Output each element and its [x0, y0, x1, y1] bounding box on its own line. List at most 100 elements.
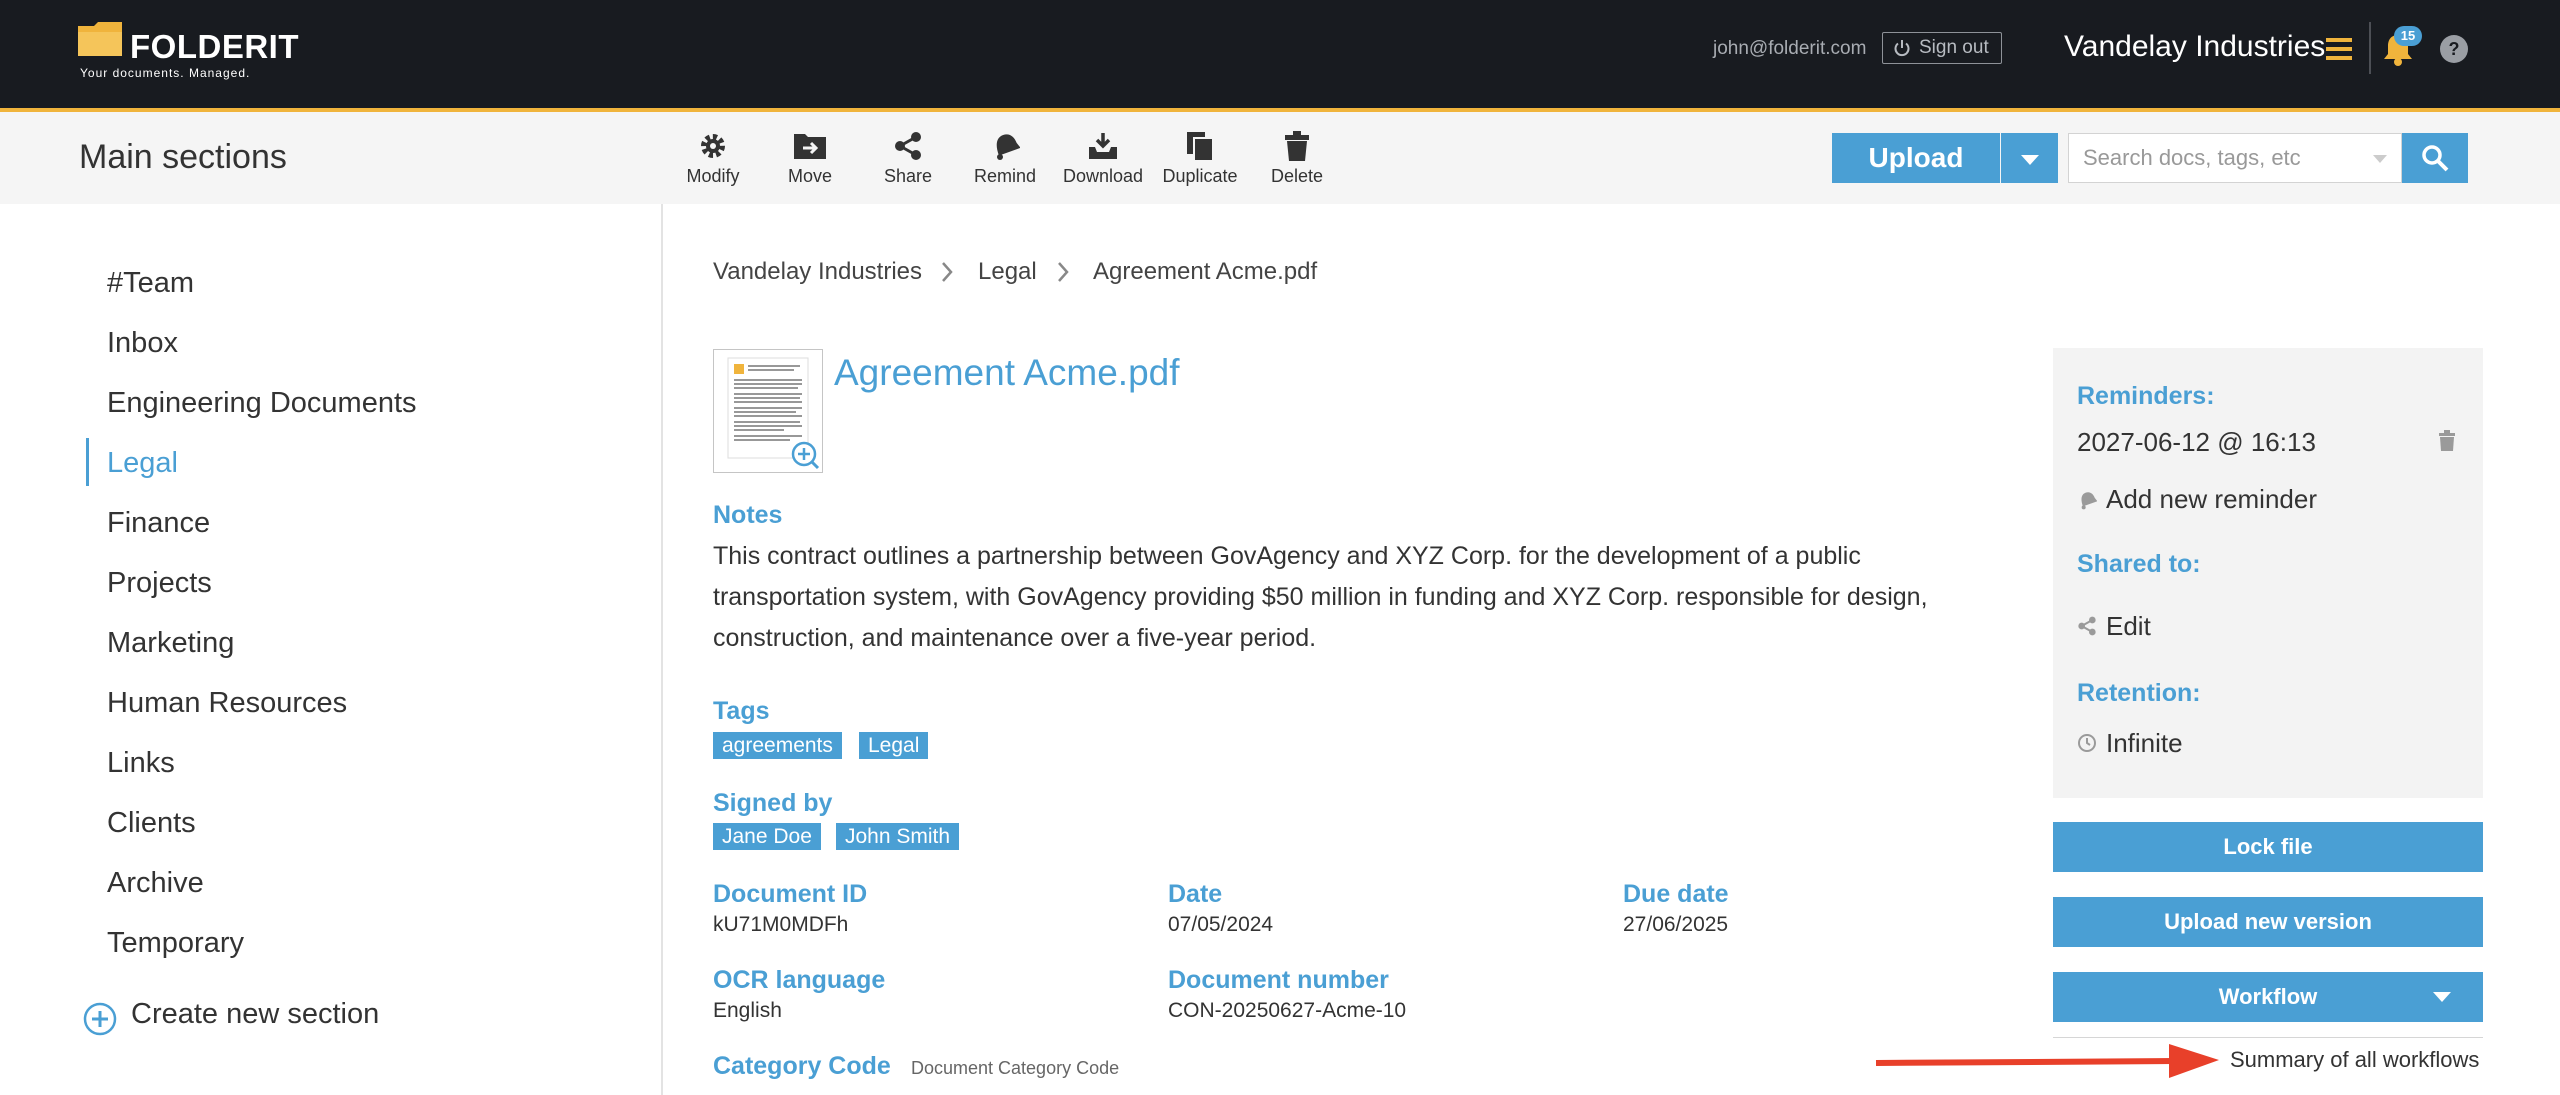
- notes-label: Notes: [713, 501, 783, 529]
- duplicate-label: Duplicate: [1162, 166, 1238, 186]
- move-button[interactable]: Move: [765, 128, 855, 187]
- delete-label: Delete: [1270, 166, 1324, 186]
- logo-name: FOLDERIT: [130, 28, 299, 65]
- sidebar-item-archive[interactable]: Archive: [107, 867, 204, 900]
- breadcrumb-company[interactable]: Vandelay Industries: [713, 258, 922, 286]
- clock-icon: [2078, 734, 2096, 752]
- sidebar-item-links[interactable]: Links: [107, 747, 175, 780]
- due-date-value: 27/06/2025: [1623, 913, 1729, 936]
- bell-remind-icon: [996, 134, 1020, 160]
- lock-file-button[interactable]: Lock file: [2053, 822, 2483, 872]
- menu-icon[interactable]: [2326, 38, 2352, 60]
- chevron-down-icon[interactable]: [2433, 992, 2451, 1002]
- download-label: Download: [1062, 166, 1144, 186]
- sidebar-item-temporary[interactable]: Temporary: [107, 927, 244, 960]
- edit-label: Edit: [2106, 611, 2151, 641]
- retention-value: Infinite: [2106, 728, 2183, 758]
- download-icon: [1089, 133, 1117, 159]
- tags-label: Tags: [713, 697, 770, 725]
- user-email: john@folderit.com: [1713, 38, 1867, 59]
- reminders-label: Reminders:: [2077, 382, 2215, 410]
- sidebar-item-inbox[interactable]: Inbox: [107, 327, 178, 360]
- search-button[interactable]: [2402, 133, 2468, 183]
- sidebar-item-legal[interactable]: Legal: [107, 447, 178, 480]
- share-label: Share: [883, 166, 933, 186]
- document-thumbnail[interactable]: [713, 349, 823, 473]
- folder-logo-icon: [78, 22, 122, 56]
- workflow-button[interactable]: Workflow: [2053, 972, 2483, 1022]
- sidebar-item-engineering-documents[interactable]: Engineering Documents: [107, 387, 417, 420]
- document-id-label: Document ID: [713, 880, 868, 908]
- duplicate-icon: [1187, 132, 1214, 162]
- sign-out-button[interactable]: Sign out: [1882, 32, 2002, 64]
- gear-icon: [701, 134, 725, 158]
- delete-button[interactable]: Delete: [1252, 128, 1342, 187]
- modify-label: Modify: [686, 166, 740, 186]
- search-icon: [2422, 145, 2449, 172]
- chevron-right-icon: [1058, 262, 1069, 282]
- download-button[interactable]: Download: [1058, 128, 1148, 187]
- signer-chip[interactable]: Jane Doe: [713, 823, 821, 850]
- breadcrumb-legal[interactable]: Legal: [978, 258, 1037, 286]
- reminder-value: 2027-06-12 @ 16:13: [2077, 427, 2316, 457]
- bell-remind-icon: [2081, 492, 2097, 510]
- active-indicator: [86, 438, 89, 486]
- search-placeholder: Search docs, tags, etc: [2083, 145, 2301, 170]
- document-preview-icon: [727, 357, 820, 470]
- chevron-down-icon[interactable]: [2373, 155, 2387, 163]
- date-label: Date: [1168, 880, 1223, 908]
- create-section-label: Create new section: [131, 998, 380, 1030]
- header-divider: [2369, 22, 2371, 74]
- category-code-hint: Document Category Code: [911, 1058, 1120, 1078]
- remind-button[interactable]: Remind: [960, 128, 1050, 187]
- sign-out-label: Sign out: [1919, 37, 1989, 58]
- duplicate-button[interactable]: Duplicate: [1155, 128, 1245, 187]
- date-value: 07/05/2024: [1168, 913, 1274, 936]
- sidebar-item-projects[interactable]: Projects: [107, 567, 212, 600]
- document-number-label: Document number: [1168, 966, 1389, 994]
- trash-icon[interactable]: [2438, 430, 2456, 452]
- toolbar: Main sections Modify Move Share Remind D…: [0, 112, 2560, 204]
- due-date-label: Due date: [1623, 880, 1729, 908]
- add-reminder-label: Add new reminder: [2106, 484, 2317, 514]
- document-number-value: CON-20250627-Acme-10: [1168, 999, 1407, 1022]
- sidebar-item-human-resources[interactable]: Human Resources: [107, 687, 347, 720]
- move-label: Move: [787, 166, 832, 186]
- share-button[interactable]: Share: [863, 128, 953, 187]
- power-icon: [1894, 40, 1910, 57]
- share-icon: [2078, 616, 2096, 636]
- shared-to-label: Shared to:: [2077, 550, 2201, 578]
- signed-by-label: Signed by: [713, 789, 833, 817]
- document-title[interactable]: Agreement Acme.pdf: [834, 352, 1180, 394]
- signer-chip[interactable]: John Smith: [836, 823, 960, 850]
- category-code-label: Category Code: [713, 1052, 891, 1080]
- sidebar-item-clients[interactable]: Clients: [107, 807, 196, 840]
- plus-circle-icon: [83, 1002, 117, 1036]
- document-id-value: kU71M0MDFh: [713, 913, 849, 936]
- notification-badge: 15: [2394, 26, 2422, 46]
- tag-chip[interactable]: agreements: [713, 732, 842, 759]
- modify-button[interactable]: Modify: [668, 128, 758, 187]
- breadcrumb-current: Agreement Acme.pdf: [1093, 258, 1318, 285]
- retention-label: Retention:: [2077, 679, 2201, 707]
- remind-label: Remind: [973, 166, 1037, 186]
- logo-tagline: Your documents. Managed.: [80, 66, 251, 80]
- trash-icon: [1285, 131, 1309, 161]
- share-icon: [895, 132, 921, 160]
- company-name[interactable]: Vandelay Industries: [2064, 30, 2325, 64]
- search-input[interactable]: Search docs, tags, etc: [2068, 133, 2402, 183]
- upload-dropdown-toggle[interactable]: [2001, 133, 2058, 183]
- top-bar: FOLDERIT Your documents. Managed. john@f…: [0, 0, 2560, 108]
- annotation-arrow: [1875, 1044, 2219, 1078]
- upload-button[interactable]: Upload: [1832, 133, 2000, 183]
- sidebar-item-marketing[interactable]: Marketing: [107, 627, 234, 660]
- sidebar-item-finance[interactable]: Finance: [107, 507, 210, 540]
- help-icon[interactable]: ?: [2440, 35, 2468, 63]
- chevron-right-icon: [942, 262, 953, 282]
- sidebar-item-team[interactable]: #Team: [107, 267, 194, 300]
- tag-chip[interactable]: Legal: [859, 732, 929, 759]
- page-title: Main sections: [79, 138, 287, 176]
- notes-text: This contract outlines a partnership bet…: [713, 542, 1928, 652]
- upload-new-version-button[interactable]: Upload new version: [2053, 897, 2483, 947]
- workflow-summary-link[interactable]: Summary of all workflows: [2230, 1047, 2479, 1073]
